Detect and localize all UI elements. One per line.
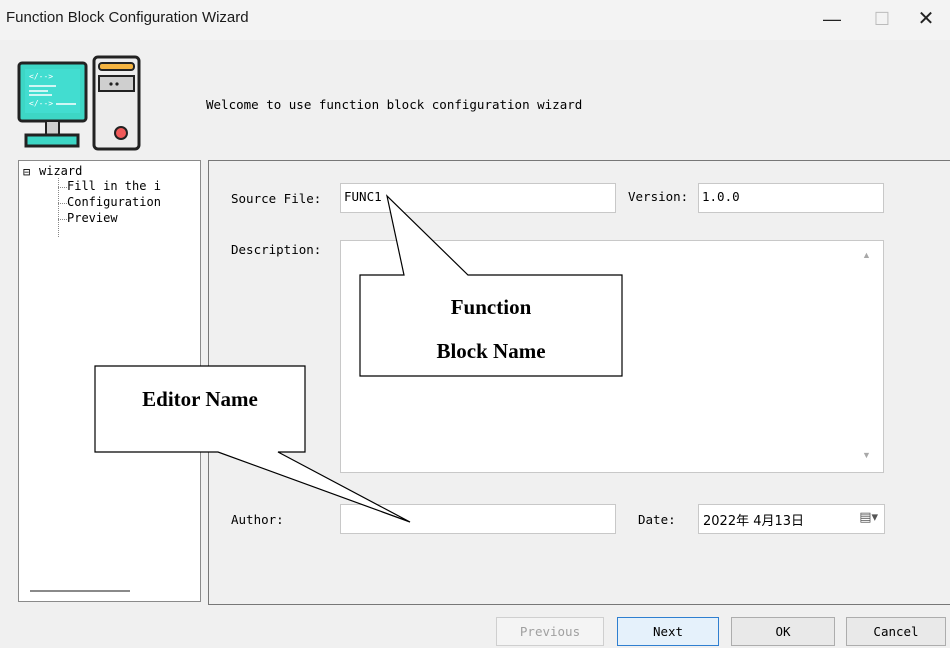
function-block-callout-line1: Function — [450, 295, 532, 319]
editor-name-callout: Editor Name — [142, 387, 258, 411]
function-block-callout-shape — [94, 194, 623, 523]
function-block-callout-line2: Block Name — [436, 339, 546, 363]
